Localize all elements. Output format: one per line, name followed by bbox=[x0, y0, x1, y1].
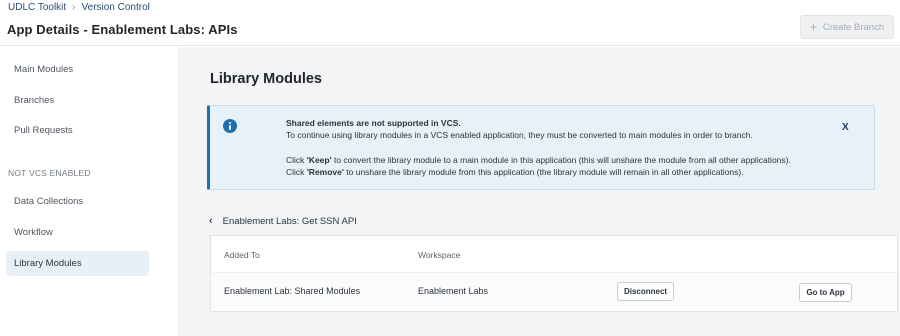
section-title: Library Modules bbox=[210, 71, 322, 87]
column-header-added-to: Added To bbox=[224, 250, 260, 260]
cell-workspace: Enablement Labs bbox=[418, 286, 489, 296]
alert-keep-word: 'Keep' bbox=[306, 155, 332, 165]
close-icon[interactable]: X bbox=[842, 122, 849, 133]
info-alert: Shared elements are not supported in VCS… bbox=[207, 105, 875, 190]
sidebar-item-pull-requests[interactable]: Pull Requests bbox=[6, 118, 149, 143]
breadcrumb-item-version-control[interactable]: Version Control bbox=[82, 2, 150, 13]
alert-remove-rest: to unshare the library module from this … bbox=[343, 167, 744, 177]
go-to-app-button[interactable]: Go to App bbox=[799, 283, 852, 302]
sidebar: Main Modules Branches Pull Requests NOT … bbox=[0, 47, 178, 336]
alert-heading: Shared elements are not supported in VCS… bbox=[286, 118, 461, 128]
create-branch-button[interactable]: + Create Branch bbox=[800, 15, 894, 39]
chevron-right-icon: › bbox=[72, 2, 76, 13]
sidebar-item-data-collections[interactable]: Data Collections bbox=[6, 189, 149, 214]
top-bar: UDLC Toolkit › Version Control App Detai… bbox=[0, 0, 900, 46]
disconnect-button[interactable]: Disconnect bbox=[617, 282, 674, 301]
info-icon bbox=[223, 119, 237, 133]
column-header-workspace: Workspace bbox=[418, 250, 461, 260]
main-content: Library Modules Shared elements are not … bbox=[178, 47, 900, 336]
sidebar-section-label: NOT VCS ENABLED bbox=[8, 168, 91, 178]
breadcrumb: UDLC Toolkit › Version Control bbox=[8, 2, 150, 13]
sidebar-item-branches[interactable]: Branches bbox=[6, 88, 149, 113]
modules-table: Added To Workspace Enablement Lab: Share… bbox=[210, 235, 898, 312]
alert-remove-word: 'Remove' bbox=[306, 167, 344, 177]
page-title: App Details - Enablement Labs: APIs bbox=[7, 22, 238, 37]
module-header: ‹ Enablement Labs: Get SSN API bbox=[209, 215, 357, 227]
sidebar-item-workflow[interactable]: Workflow bbox=[6, 220, 149, 245]
breadcrumb-item-udlc-toolkit[interactable]: UDLC Toolkit bbox=[8, 2, 66, 13]
alert-keep-line: Click 'Keep' to convert the library modu… bbox=[286, 155, 791, 165]
table-row: Enablement Lab: Shared Modules Enablemen… bbox=[212, 272, 897, 311]
alert-remove-prefix: Click bbox=[286, 167, 307, 177]
chevron-left-icon[interactable]: ‹ bbox=[209, 215, 213, 227]
alert-keep-rest: to convert the library module to a main … bbox=[331, 155, 791, 165]
cell-added-to: Enablement Lab: Shared Modules bbox=[224, 286, 361, 296]
alert-remove-line: Click 'Remove' to unshare the library mo… bbox=[286, 167, 744, 177]
module-name: Enablement Labs: Get SSN API bbox=[222, 215, 357, 227]
alert-keep-prefix: Click bbox=[286, 155, 307, 165]
create-branch-label: Create Branch bbox=[822, 21, 885, 33]
sidebar-item-library-modules[interactable]: Library Modules bbox=[6, 251, 149, 276]
plus-icon: + bbox=[809, 20, 817, 34]
sidebar-item-main-modules[interactable]: Main Modules bbox=[6, 57, 149, 82]
alert-line-1: To continue using library modules in a V… bbox=[286, 130, 753, 140]
